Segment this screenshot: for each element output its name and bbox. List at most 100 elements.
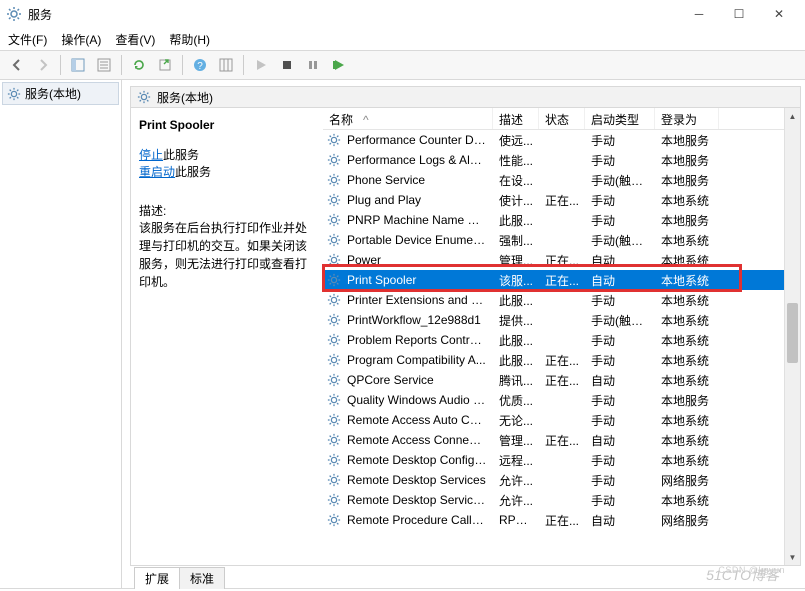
- restart-service-suffix: 此服务: [175, 165, 211, 179]
- gear-icon: [327, 153, 341, 167]
- tab-standard[interactable]: 标准: [179, 567, 225, 589]
- cell-description: 腾讯...: [493, 372, 539, 389]
- cell-startup: 自动: [585, 372, 655, 389]
- col-status[interactable]: 状态: [539, 108, 585, 129]
- service-row[interactable]: Performance Counter DL...使远...手动本地服务: [323, 130, 800, 150]
- cell-logon: 本地系统: [655, 452, 719, 469]
- cell-logon: 本地系统: [655, 332, 719, 349]
- cell-name: Printer Extensions and N...: [341, 293, 493, 307]
- refresh-button[interactable]: [128, 54, 150, 76]
- cell-startup: 手动: [585, 152, 655, 169]
- stop-service-button[interactable]: [276, 54, 298, 76]
- service-row[interactable]: Quality Windows Audio V...优质...手动本地服务: [323, 390, 800, 410]
- col-logon-as[interactable]: 登录为: [655, 108, 719, 129]
- service-row[interactable]: Printer Extensions and N...此服...手动本地系统: [323, 290, 800, 310]
- cell-startup: 手动: [585, 472, 655, 489]
- col-name[interactable]: 名称 ^: [323, 108, 493, 129]
- cell-name: PNRP Machine Name Pu...: [341, 213, 493, 227]
- restart-service-link[interactable]: 重启动: [139, 165, 175, 179]
- gear-icon: [327, 293, 341, 307]
- start-service-button[interactable]: [250, 54, 272, 76]
- service-row[interactable]: PrintWorkflow_12e988d1提供...手动(触发...本地系统: [323, 310, 800, 330]
- cell-name: Problem Reports Control...: [341, 333, 493, 347]
- menu-view[interactable]: 查看(V): [115, 31, 155, 48]
- service-row[interactable]: Remote Access Auto Con...无论...手动本地系统: [323, 410, 800, 430]
- cell-description: 此服...: [493, 212, 539, 229]
- service-row[interactable]: Print Spooler该服...正在...自动本地系统: [323, 270, 800, 290]
- service-row[interactable]: Phone Service在设...手动(触发...本地服务: [323, 170, 800, 190]
- restart-service-button[interactable]: [328, 54, 350, 76]
- cell-name: Remote Access Connecti...: [341, 433, 493, 447]
- column-settings-button[interactable]: [215, 54, 237, 76]
- tab-extended[interactable]: 扩展: [134, 567, 180, 589]
- service-row[interactable]: Remote Procedure Call (...RPC...正在...自动网…: [323, 510, 800, 530]
- cell-description: 该服...: [493, 272, 539, 289]
- col-description[interactable]: 描述: [493, 108, 539, 129]
- list-header[interactable]: 名称 ^ 描述 状态 启动类型 登录为: [323, 108, 800, 130]
- scroll-up-button[interactable]: ▲: [785, 108, 800, 124]
- cell-startup: 自动: [585, 432, 655, 449]
- gear-icon: [327, 193, 341, 207]
- cell-description: 此服...: [493, 292, 539, 309]
- help-button[interactable]: ?: [189, 54, 211, 76]
- cell-name: Program Compatibility A...: [341, 353, 493, 367]
- gear-icon: [327, 273, 341, 287]
- tree-item-services-local[interactable]: 服务(本地): [2, 82, 119, 105]
- cell-name: QPCore Service: [341, 373, 493, 387]
- service-row[interactable]: Remote Desktop Configu...远程...手动本地系统: [323, 450, 800, 470]
- forward-button[interactable]: [32, 54, 54, 76]
- close-button[interactable]: ✕: [759, 0, 799, 28]
- service-row[interactable]: Performance Logs & Aler...性能...手动本地服务: [323, 150, 800, 170]
- menu-action[interactable]: 操作(A): [61, 31, 101, 48]
- show-hide-tree-button[interactable]: [67, 54, 89, 76]
- cell-logon: 本地系统: [655, 192, 719, 209]
- cell-status: 正在...: [539, 272, 585, 289]
- services-list[interactable]: 名称 ^ 描述 状态 启动类型 登录为 Performance Counter …: [323, 108, 800, 565]
- back-button[interactable]: [6, 54, 28, 76]
- pause-service-button[interactable]: [302, 54, 324, 76]
- menu-help[interactable]: 帮助(H): [169, 31, 210, 48]
- cell-logon: 本地系统: [655, 272, 719, 289]
- scroll-thumb[interactable]: [787, 303, 798, 363]
- service-row[interactable]: PNRP Machine Name Pu...此服...手动本地服务: [323, 210, 800, 230]
- minimize-button[interactable]: ─: [679, 0, 719, 28]
- cell-startup: 手动: [585, 492, 655, 509]
- cell-logon: 本地服务: [655, 392, 719, 409]
- export-button[interactable]: [154, 54, 176, 76]
- service-row[interactable]: Remote Access Connecti...管理...正在...自动本地系…: [323, 430, 800, 450]
- vertical-scrollbar[interactable]: ▲ ▼: [784, 108, 800, 565]
- cell-logon: 本地系统: [655, 372, 719, 389]
- cell-description: 性能...: [493, 152, 539, 169]
- gear-icon: [327, 253, 341, 267]
- cell-description: 管理...: [493, 432, 539, 449]
- cell-description: 强制...: [493, 232, 539, 249]
- service-row[interactable]: Remote Desktop Service...允许...手动本地系统: [323, 490, 800, 510]
- service-row[interactable]: Problem Reports Control...此服...手动本地系统: [323, 330, 800, 350]
- cell-description: 允许...: [493, 472, 539, 489]
- stop-service-link[interactable]: 停止: [139, 148, 163, 162]
- properties-button[interactable]: [93, 54, 115, 76]
- cell-description: 在设...: [493, 172, 539, 189]
- service-row[interactable]: Program Compatibility A...此服...正在...手动本地…: [323, 350, 800, 370]
- service-row[interactable]: Portable Device Enumera...强制...手动(触发...本…: [323, 230, 800, 250]
- maximize-button[interactable]: ☐: [719, 0, 759, 28]
- view-tabs: 扩展 标准: [130, 566, 801, 588]
- service-row[interactable]: Remote Desktop Services允许...手动网络服务: [323, 470, 800, 490]
- gear-icon: [327, 353, 341, 367]
- scroll-down-button[interactable]: ▼: [785, 549, 800, 565]
- cell-startup: 自动: [585, 272, 655, 289]
- menu-file[interactable]: 文件(F): [8, 31, 47, 48]
- gear-icon: [327, 373, 341, 387]
- gear-icon: [327, 333, 341, 347]
- service-row[interactable]: Plug and Play使计...正在...手动本地系统: [323, 190, 800, 210]
- cell-startup: 自动: [585, 252, 655, 269]
- service-row[interactable]: QPCore Service腾讯...正在...自动本地系统: [323, 370, 800, 390]
- col-startup-type[interactable]: 启动类型: [585, 108, 655, 129]
- cell-logon: 本地系统: [655, 412, 719, 429]
- svg-text:?: ?: [197, 61, 203, 72]
- console-tree[interactable]: 服务(本地): [0, 80, 122, 588]
- service-row[interactable]: Power管理...正在...自动本地系统: [323, 250, 800, 270]
- toolbar: ?: [0, 50, 805, 80]
- cell-name: Remote Desktop Services: [341, 473, 493, 487]
- results-header-label: 服务(本地): [157, 89, 213, 106]
